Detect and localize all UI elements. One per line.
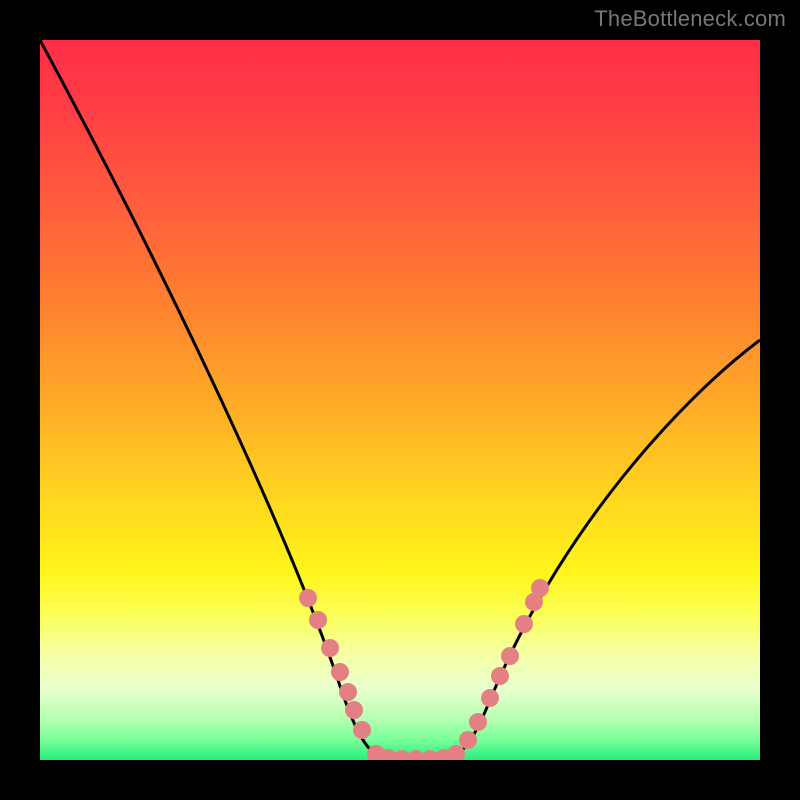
marker xyxy=(501,647,519,665)
marker xyxy=(353,721,371,739)
marker xyxy=(469,713,487,731)
bottleneck-curve xyxy=(40,40,760,760)
marker xyxy=(309,611,327,629)
marker xyxy=(299,589,317,607)
curve-markers xyxy=(299,579,549,760)
marker xyxy=(481,689,499,707)
marker xyxy=(459,731,477,749)
marker xyxy=(491,667,509,685)
watermark-text: TheBottleneck.com xyxy=(594,6,786,32)
marker xyxy=(331,663,349,681)
marker xyxy=(339,683,357,701)
marker xyxy=(345,701,363,719)
plot-area xyxy=(40,40,760,760)
marker xyxy=(531,579,549,597)
marker xyxy=(321,639,339,657)
marker xyxy=(515,615,533,633)
chart-svg xyxy=(40,40,760,760)
marker xyxy=(447,745,465,760)
chart-frame: TheBottleneck.com xyxy=(0,0,800,800)
